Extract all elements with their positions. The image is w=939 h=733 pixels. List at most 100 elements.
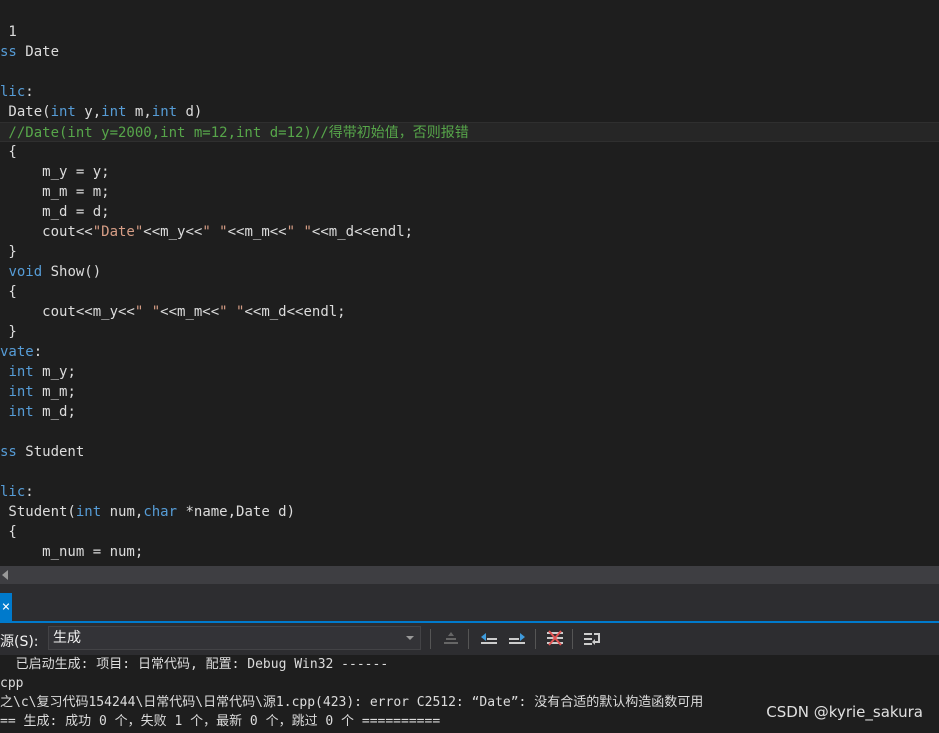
code-token: <<m_m<<: [160, 304, 220, 320]
code-token: int: [8, 404, 34, 420]
code-token: <<m_d<<endl;: [244, 304, 346, 320]
code-token: m_d;: [33, 404, 76, 420]
code-token: Student(: [0, 504, 76, 520]
toggle-word-wrap-icon[interactable]: [581, 628, 603, 650]
code-token: " ": [134, 304, 161, 320]
code-token: Show(): [42, 264, 102, 280]
output-text[interactable]: 已启动生成: 项目: 日常代码, 配置: Debug Win32 ------ …: [0, 655, 939, 733]
code-token: num,: [101, 504, 144, 520]
code-token: "Date": [92, 224, 144, 240]
code-token: 1: [0, 24, 17, 40]
code-token: Student: [16, 444, 85, 460]
code-token: vate: [0, 344, 34, 360]
code-line[interactable]: vate:: [0, 342, 939, 362]
code-token: int: [8, 364, 34, 380]
code-token: " ": [219, 304, 245, 320]
code-token: int: [151, 104, 178, 120]
code-token: //Date(int y=2000,int m=12,int d=12)//得带…: [0, 125, 469, 141]
code-line[interactable]: m_y = y;: [0, 162, 939, 182]
code-line[interactable]: [0, 462, 939, 482]
toolbar-separator: [572, 629, 573, 649]
code-line[interactable]: m_num = num;: [0, 542, 939, 562]
panel-splitter[interactable]: [0, 584, 939, 593]
code-token: m_y;: [33, 364, 76, 380]
code-token: m_m = m;: [0, 184, 110, 200]
code-line[interactable]: int m_d;: [0, 402, 939, 422]
code-token: char: [143, 504, 178, 520]
code-line[interactable]: {: [0, 522, 939, 542]
code-token: lic: [0, 484, 26, 500]
code-token: int: [8, 384, 34, 400]
code-token: <<m_m<<: [227, 224, 287, 240]
code-token: m_num = num;: [0, 544, 144, 560]
code-token: }: [0, 324, 17, 340]
output-toolbar: 来源(S): 生成: [0, 623, 939, 655]
code-token: ss: [0, 44, 17, 60]
close-panel-button[interactable]: ×: [0, 593, 12, 621]
code-token: y,: [75, 104, 102, 120]
code-line[interactable]: lic:: [0, 482, 939, 502]
code-token: cout<<m_y<<: [0, 304, 135, 320]
code-token: m,: [126, 104, 152, 120]
code-token: {: [0, 524, 17, 540]
output-line: == 生成: 成功 0 个，失败 1 个，最新 0 个，跳过 0 个 =====…: [0, 714, 441, 729]
code-token: m_m;: [33, 384, 76, 400]
code-line[interactable]: void Show(): [0, 262, 939, 282]
code-token: {: [0, 144, 17, 160]
code-token: :: [25, 84, 34, 100]
code-line[interactable]: m_m = m;: [0, 182, 939, 202]
code-token: " ": [286, 224, 312, 240]
code-token: int: [50, 104, 76, 120]
code-line[interactable]: cout<<"Date"<<m_y<<" "<<m_m<<" "<<m_d<<e…: [0, 222, 939, 242]
clear-all-icon[interactable]: [544, 628, 566, 650]
code-line[interactable]: Student(int num,char *name,Date d): [0, 502, 939, 522]
code-token: lic: [0, 84, 26, 100]
code-token: ss: [0, 444, 17, 460]
code-line[interactable]: [0, 62, 939, 82]
code-line[interactable]: }: [0, 242, 939, 262]
toolbar-separator: [535, 629, 536, 649]
code-token: m_y = y;: [0, 164, 110, 180]
previous-icon[interactable]: [478, 628, 500, 650]
code-token: " ": [202, 224, 228, 240]
code-token: :: [25, 484, 34, 500]
code-token: int: [101, 104, 127, 120]
code-token: cout<<: [0, 224, 93, 240]
code-line[interactable]: {: [0, 282, 939, 302]
code-line[interactable]: //Date(int y=2000,int m=12,int d=12)//得带…: [0, 122, 939, 142]
go-to-previous-message-icon[interactable]: [440, 628, 462, 650]
code-line[interactable]: 1: [0, 22, 939, 42]
chevron-down-icon: [406, 636, 414, 640]
code-token: Date(: [0, 104, 51, 120]
toolbar-separator: [430, 629, 431, 649]
code-token: }: [0, 244, 17, 260]
code-token: <<m_y<<: [143, 224, 203, 240]
code-token: void: [8, 264, 43, 280]
code-line[interactable]: lic:: [0, 82, 939, 102]
code-line[interactable]: int m_m;: [0, 382, 939, 402]
source-select-value: 生成: [53, 630, 81, 646]
code-line[interactable]: [0, 422, 939, 442]
code-line[interactable]: Date(int y,int m,int d): [0, 102, 939, 122]
horizontal-scrollbar[interactable]: [0, 566, 939, 584]
code-line[interactable]: }: [0, 322, 939, 342]
code-line[interactable]: ss Date: [0, 42, 939, 62]
scroll-left-icon[interactable]: [2, 570, 8, 580]
output-line: 之\c\复习代码154244\日常代码\日常代码\源1.cpp(423): er…: [0, 695, 704, 710]
code-token: Date: [16, 44, 60, 60]
code-line[interactable]: cout<<m_y<<" "<<m_m<<" "<<m_d<<endl;: [0, 302, 939, 322]
code-token: :: [33, 344, 43, 360]
source-select[interactable]: 生成: [48, 626, 421, 650]
code-token: {: [0, 284, 17, 300]
toolbar-separator: [468, 629, 469, 649]
output-line: cpp: [0, 676, 24, 691]
code-token: int: [75, 504, 102, 520]
code-line[interactable]: {: [0, 142, 939, 162]
code-editor[interactable]: 1 ss Date lic: Date(int y,int m,int d) //D…: [0, 0, 939, 566]
code-token: <<m_d<<endl;: [311, 224, 414, 240]
code-line[interactable]: int m_y;: [0, 362, 939, 382]
code-line[interactable]: m_d = d;: [0, 202, 939, 222]
next-icon[interactable]: [506, 628, 528, 650]
code-token: m_d = d;: [0, 204, 110, 220]
code-line[interactable]: ss Student: [0, 442, 939, 462]
